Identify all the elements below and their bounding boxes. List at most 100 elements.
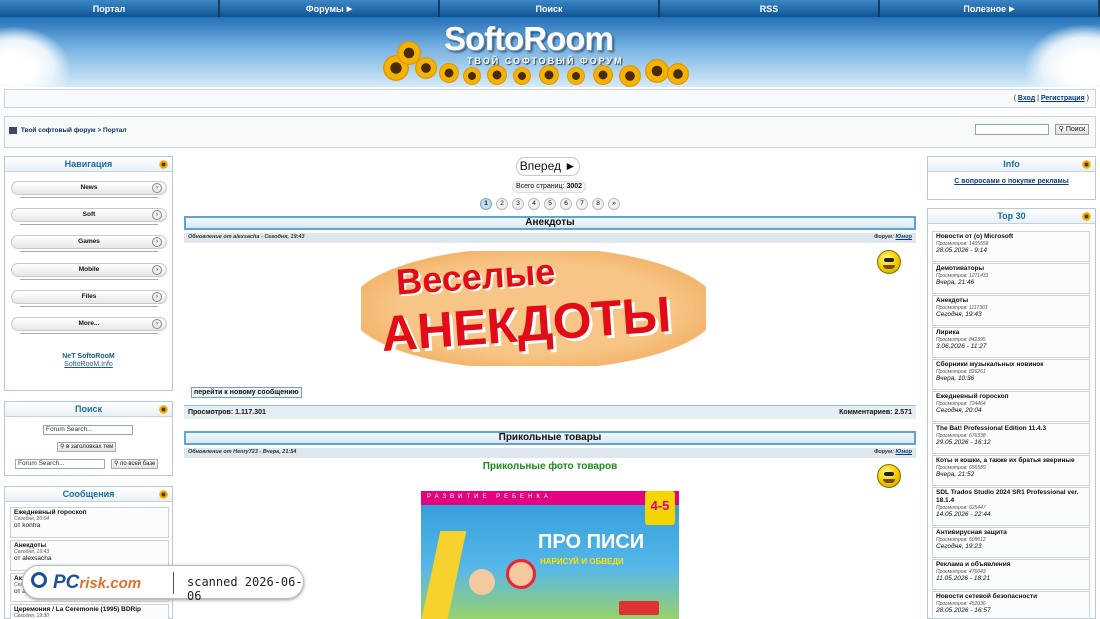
book-title: ПРО ПИСИ [538,531,645,553]
nav-item-games[interactable]: Games › [11,235,167,252]
search-all-button[interactable]: ⚲ по всей базе [111,459,159,469]
comments-count[interactable]: Комментариев: 2.571 [839,409,912,416]
nav-portal-label: Портал [92,3,126,14]
page-link-current[interactable]: 1 [480,198,492,210]
divider [20,333,158,334]
sunflower-icon [159,405,168,414]
messages-block-header: Сообщения [5,487,172,502]
nav-item-files[interactable]: Files › [11,290,167,307]
page-link[interactable]: 7 [576,198,588,210]
next-page-button[interactable]: Вперед ► [516,157,580,176]
page-link[interactable]: 5 [544,198,556,210]
nav-item-label: Mobile [78,266,100,273]
nav-search[interactable]: Поиск [440,0,660,17]
magnifier-logo-icon [31,572,47,588]
message-title[interactable]: Церемония / La Ceremonie (1995) BDRip [14,606,165,613]
login-bar: ( Вход | Регистрация ) [4,89,1096,108]
search-all-input[interactable]: Forum Search... [15,459,105,469]
post-forum-link[interactable]: Юмор [895,234,912,240]
post-title-bar: Прикольные товары [184,431,916,445]
top30-item-title[interactable]: Коты и кошки, а также их братья звериные [936,457,1086,465]
top30-item-date: 28.05.2026 - 16:57 [936,607,991,614]
goto-new-message-button[interactable]: перейти к новому сообщению [191,387,302,398]
cloud-decoration [1025,25,1100,87]
page-link[interactable]: 3 [512,198,524,210]
page-link-last[interactable]: » [608,198,620,210]
top30-item-title[interactable]: Ежедневный гороскоп [936,393,1086,401]
nav-item-soft[interactable]: Soft › [11,208,167,225]
top30-item[interactable]: Новости сетевой безопасности Просмотров: … [932,591,1090,619]
breadcrumb-bar: Твой софтовый форум > Портал ⚲ Поиск [4,116,1096,148]
search-titles-input[interactable]: Forum Search... [43,425,133,435]
nav-portal[interactable]: Портал [0,0,220,17]
page-link[interactable]: 4 [528,198,540,210]
top30-item-date: Вчера, 10:36 [936,375,975,382]
nav-item-mobile[interactable]: Mobile › [11,263,167,280]
post-forum-link[interactable]: Юмор [895,449,912,455]
nav-useful[interactable]: Полезное ▶ [880,0,1100,17]
post-heading: Прикольные фото товаров [482,461,618,472]
page-link[interactable]: 2 [496,198,508,210]
nav-rss-label: RSS [759,3,779,14]
top30-item-title[interactable]: Новости от (о) Microsoft [936,233,1086,241]
search-titles-button[interactable]: ⚲ в заголовках тем [57,442,117,452]
top30-item[interactable]: SDL Trados Studio 2024 SR1 Professional … [932,487,1090,526]
post-forum: Форум: Юмор [874,449,912,455]
top30-item-date: Сегодня, 19:43 [936,311,982,318]
page-link[interactable]: 8 [592,198,604,210]
top30-item-title[interactable]: Демотиваторы [936,265,1086,273]
sunflower-icon [1082,160,1091,169]
top30-item[interactable]: Ежедневный гороскоп Просмотров: 724464 Сег… [932,391,1090,422]
top30-item-title[interactable]: Лирика [936,329,1086,337]
login-link[interactable]: Вход [1018,95,1035,102]
nav-item-news[interactable]: News › [11,181,167,198]
paren-close: ) [1086,95,1089,102]
chevron-right-icon: ▶ [346,5,353,13]
breadcrumb-home[interactable]: Твой софтовый форум [21,127,96,134]
message-item[interactable]: Ежедневный гороскоп Сегодня, 20:04 от ko… [10,507,169,538]
nav-item-label: Games [78,238,100,245]
top30-block: Top 30 Новости от (о) Microsoft Просмотро… [927,208,1096,619]
top30-item-title[interactable]: Сборники музыкальных новинок [936,361,1086,369]
register-link[interactable]: Регистрация [1041,95,1085,102]
search-all-button-label: по всей базе [120,461,156,467]
top30-item-title[interactable]: Новости сетевой безопасности [936,593,1086,601]
top30-item[interactable]: Реклама и объявления Просмотров: 476043 11… [932,559,1090,590]
divider [20,306,158,307]
header-search-button[interactable]: ⚲ Поиск [1055,124,1089,135]
comments-label: Комментариев: [839,409,893,416]
header-search-input[interactable] [975,124,1049,135]
breadcrumb-current[interactable]: Портал [103,127,126,134]
page-link[interactable]: 6 [560,198,572,210]
top30-item-date: Сегодня, 19:23 [936,543,982,550]
search-icon: ⚲ [114,461,119,467]
top30-item[interactable]: Антивирусная защита Просмотров: 509612 Сег… [932,527,1090,558]
post-forum: Форум: Юмор [874,234,912,240]
top30-item-title[interactable]: Анекдоты [936,297,1086,305]
site-logo[interactable]: SoftoRoom [444,20,614,58]
top30-item[interactable]: Коты и кошки, а также их братья звериные… [932,455,1090,486]
top30-item[interactable]: Сборники музыкальных новинок Просмотров: … [932,359,1090,390]
post-title[interactable]: Прикольные товары [499,432,602,443]
message-title[interactable]: Ежедневный гороскоп [14,509,165,516]
message-title[interactable]: Анекдоты [14,542,165,549]
ad-inquiry-link[interactable]: С вопросами о покупке рекламы [928,178,1095,185]
nav-item-label: News [80,184,98,191]
top30-item[interactable]: Анекдоты Просмотров: 1117301 Сегодня, 19:4… [932,295,1090,326]
message-item[interactable]: Церемония / La Ceremonie (1995) BDRip Се… [10,604,169,619]
top30-item-title[interactable]: Реклама и объявления [936,561,1086,569]
top30-item-title[interactable]: The Bat! Professional Edition 11.4.3 [936,425,1086,433]
top30-item-title[interactable]: SDL Trados Studio 2024 SR1 Professional … [936,489,1086,505]
top30-item[interactable]: Демотиваторы Просмотров: 1271431 Вчера, 21… [932,263,1090,294]
nav-rss[interactable]: RSS [660,0,880,17]
top30-item[interactable]: The Bat! Professional Edition 11.4.3 Прос… [932,423,1090,454]
navigation-block-header: Навигация [5,157,172,172]
nav-item-more[interactable]: More... › [11,317,167,334]
top30-item-title[interactable]: Антивирусная защита [936,529,1086,537]
nav-forums[interactable]: Форумы ▶ [220,0,440,17]
net-link[interactable]: SoftoRooM.Info [5,361,172,368]
top30-item[interactable]: Лирика Просмотров: 842395 3.06.2026 - 11:2… [932,327,1090,358]
cloud-decoration [0,27,70,87]
top30-item[interactable]: Новости от (о) Microsoft Просмотров: 1405… [932,231,1090,262]
post-title[interactable]: Анекдоты [525,217,574,228]
